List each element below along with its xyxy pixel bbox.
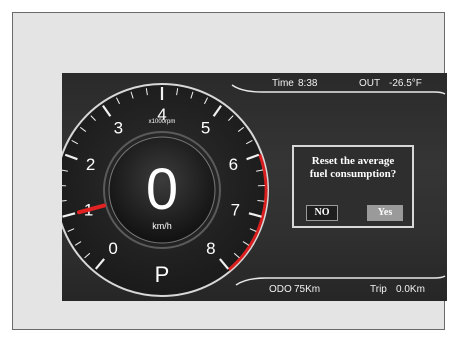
rpm-tick-label-5: 5 [201,119,210,138]
rpm-tick-label-8: 8 [206,239,215,258]
rpm-tick-label-7: 7 [231,201,240,220]
no-button[interactable]: NO [306,205,338,221]
dialog-message-line2: fuel consumption? [309,168,397,180]
dialog-message: Reset the average fuel consumption? [294,155,412,181]
gear-indicator: P [155,262,170,287]
rpm-tick-label-3: 3 [114,119,123,138]
display-frame: Time 8:38 OUT -26.5°F ODO 75Km Trip 0.0K… [12,12,447,330]
instrument-cluster-screen: Time 8:38 OUT -26.5°F ODO 75Km Trip 0.0K… [62,73,447,301]
rpm-unit-label: x1000rpm [149,119,176,125]
reset-fuel-dialog: Reset the average fuel consumption? NO Y… [292,145,414,228]
rpm-tick-label-6: 6 [229,155,238,174]
rpm-tick-label-0: 0 [108,239,117,258]
dialog-message-line1: Reset the average [311,155,395,167]
yes-button[interactable]: Yes [367,205,403,221]
speed-unit-label: km/h [152,221,172,231]
rpm-tick-label-2: 2 [86,155,95,174]
speed-readout: 0 [146,157,178,222]
